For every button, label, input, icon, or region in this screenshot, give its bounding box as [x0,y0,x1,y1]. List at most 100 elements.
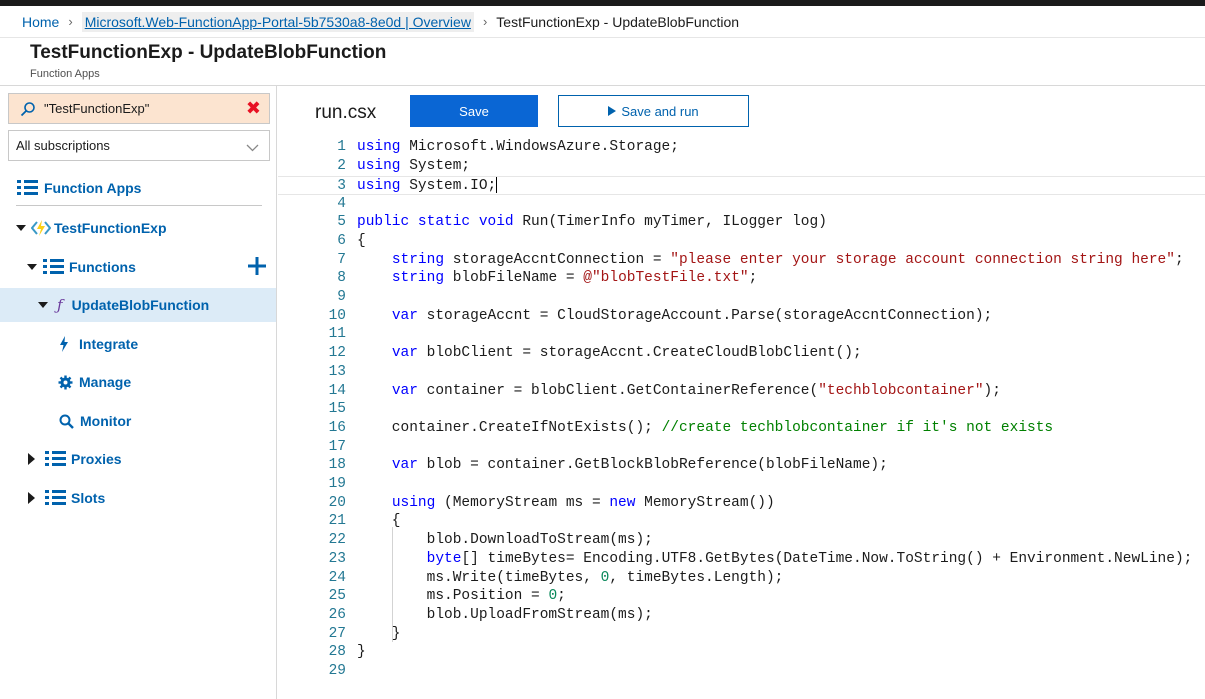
expand-arrow-icon[interactable] [27,264,37,270]
code-line: 9 [278,288,1205,307]
save-and-run-button[interactable]: Save and run [558,95,749,127]
list-icon [45,450,66,468]
code-text: var container = blobClient.GetContainerR… [391,383,1001,399]
line-number: 9 [337,289,346,305]
save-and-run-label: Save and run [621,103,699,119]
line-number: 28 [328,644,346,660]
sidebar-item-label: TestFunctionExp [54,220,167,236]
line-number: 16 [328,420,346,436]
code-line: 12 var blobClient = storageAccnt.CreateC… [278,344,1205,363]
sidebar-item-label: Integrate [79,336,139,352]
text-caret [496,177,498,194]
line-number: 21 [328,513,346,529]
play-icon [608,106,617,116]
code-line: 6{ [278,232,1205,251]
line-number: 6 [337,233,346,249]
code-text: using (MemoryStream ms = new MemoryStrea… [391,495,775,511]
code-line: 25 ms.Position = 0; [278,587,1205,606]
code-line: 4 [278,195,1205,214]
code-text: using System; [357,158,471,174]
sidebar-item-app[interactable]: TestFunctionExp [0,211,276,245]
code-text: byte[] timeBytes= Encoding.UTF8.GetBytes… [426,551,1193,567]
code-line: 24 ms.Write(timeBytes, 0, timeBytes.Leng… [278,569,1205,588]
code-line: 27 } [278,625,1205,644]
clear-search-icon[interactable]: ✖ [246,99,261,117]
breadcrumb-portal-link[interactable]: Microsoft.Web-FunctionApp-Portal-5b7530a… [81,11,474,32]
code-line: 17 [278,438,1205,457]
list-icon [43,258,64,276]
code-text: string storageAccntConnection = "please … [391,252,1184,268]
line-number: 10 [328,308,346,324]
code-line: 21 { [278,512,1205,531]
code-line: 10 var storageAccnt = CloudStorageAccoun… [278,307,1205,326]
sidebar-item-label: Monitor [80,413,132,429]
sidebar-item-manage[interactable]: Manage [0,365,276,399]
expand-arrow-icon[interactable] [28,492,35,504]
line-number: 17 [328,439,346,455]
code-line-current: 3 using System.IO; [278,176,1205,195]
line-number: 12 [328,345,346,361]
list-icon [45,489,66,507]
search-icon [59,414,74,429]
code-line: 2 using System; [278,157,1205,176]
sidebar-item-monitor[interactable]: Monitor [0,404,276,438]
search-input[interactable] [44,101,234,116]
sidebar-item-proxies[interactable]: Proxies [0,442,276,476]
line-number: 27 [328,626,346,642]
code-line: 5 public static void Run(TimerInfo myTime… [278,213,1205,232]
code-line: 22 blob.DownloadToStream(ms); [278,531,1205,550]
page-subtitle: Function Apps [30,68,100,80]
line-number: 2 [337,158,346,174]
code-text: var blob = container.GetBlockBlobReferen… [391,457,888,473]
page-header: TestFunctionExp - UpdateBlobFunction Fun… [30,42,386,80]
code-line: 14 var container = blobClient.GetContain… [278,382,1205,401]
line-number: 18 [328,457,346,473]
code-text: using Microsoft.WindowsAzure.Storage; [357,139,679,155]
code-text: ms.Position = 0; [357,588,566,604]
chevron-down-icon [246,140,259,155]
code-line: 26 blob.UploadFromStream(ms); [278,606,1205,625]
line-number: 5 [337,214,346,230]
function-icon: ƒ [57,296,63,314]
list-icon [17,179,38,197]
search-icon [20,101,36,117]
line-number: 4 [337,196,346,212]
line-number: 15 [328,401,346,417]
code-line: 15 [278,400,1205,419]
save-button[interactable]: Save [410,95,538,127]
code-line: 11 [278,325,1205,344]
code-text: } [357,626,401,642]
subscription-select-value: All subscriptions [16,138,110,153]
sidebar-item-function-apps[interactable]: Function Apps [0,171,276,205]
sidebar-item-update-blob-function[interactable]: ƒ UpdateBlobFunction [0,288,276,322]
line-number: 19 [328,476,346,492]
gear-icon [58,375,73,390]
code-text: { [357,233,366,249]
code-text: } [357,644,366,660]
code-editor[interactable]: 1 using Microsoft.WindowsAzure.Storage; 2… [278,136,1205,696]
expand-arrow-icon[interactable] [28,453,35,465]
subscription-select[interactable]: All subscriptions [8,130,270,161]
sidebar-item-label: UpdateBlobFunction [71,297,210,313]
code-line: 13 [278,363,1205,382]
code-text: ms.Write(timeBytes, 0, timeBytes.Length)… [357,570,784,586]
sidebar-item-functions[interactable]: Functions [0,250,276,284]
line-number: 13 [328,364,346,380]
sidebar-item-slots[interactable]: Slots [0,481,276,515]
tree-divider [16,205,262,206]
expand-arrow-icon[interactable] [38,302,48,308]
line-number: 7 [337,252,346,268]
code-text: public static void Run(TimerInfo myTimer… [357,214,827,230]
code-line: 20 using (MemoryStream ms = new MemorySt… [278,494,1205,513]
line-number: 22 [328,532,346,548]
expand-arrow-icon[interactable] [16,225,26,231]
sidebar-item-label: Manage [79,374,132,390]
code-text: string blobFileName = @"blobTestFile.txt… [391,270,758,286]
search-box[interactable]: ✖ [8,93,270,124]
sidebar-item-label: Slots [71,490,106,506]
editor-pane: run.csx Save Save and run 1 using Microso… [278,86,1205,699]
breadcrumb-home-link[interactable]: Home [22,14,59,30]
line-number: 23 [328,551,346,567]
sidebar-item-integrate[interactable]: Integrate [0,327,276,361]
add-function-icon[interactable] [248,257,266,275]
